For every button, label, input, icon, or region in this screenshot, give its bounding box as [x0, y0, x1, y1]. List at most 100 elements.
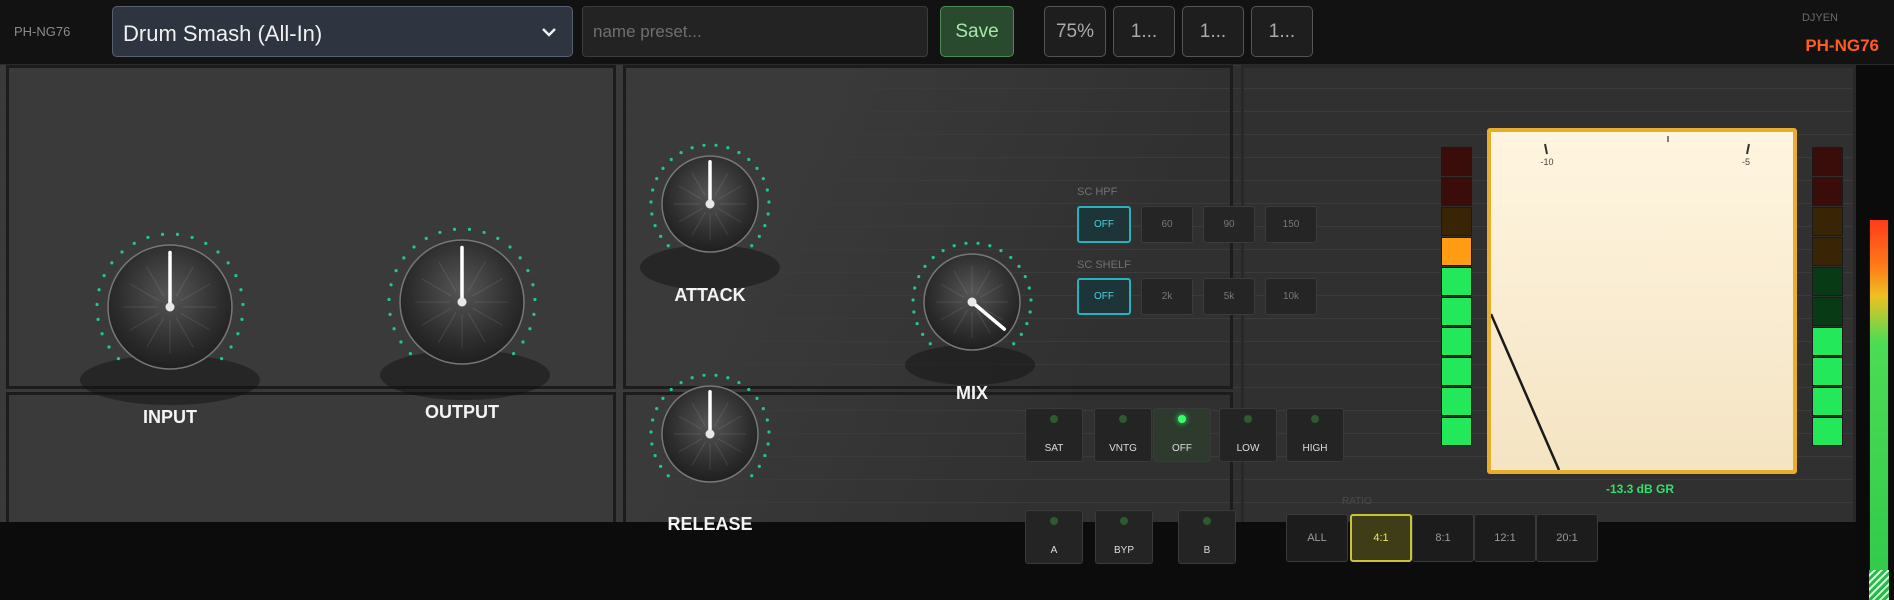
knob-tick-dot	[766, 212, 770, 216]
ratio-8-1-button[interactable]: 8:1	[1412, 514, 1474, 562]
ratio-4-1-button[interactable]: 4:1	[1350, 514, 1412, 562]
sc-shelf-off-button[interactable]: OFF	[1077, 278, 1131, 315]
ab-label: BYP	[1113, 545, 1134, 556]
knob-tick-dot	[240, 317, 244, 322]
knob-tick-dot	[911, 298, 915, 302]
mode-low-button[interactable]: LOW	[1219, 408, 1277, 462]
knob-tick-dot	[236, 332, 240, 336]
meter-face: -10 -5	[1491, 136, 1750, 470]
knob-tick-dot	[761, 407, 765, 411]
sc-hpf-150-button[interactable]: 150	[1265, 206, 1317, 243]
knob-tick-dot	[496, 236, 500, 240]
sc-hpf-off-button[interactable]: OFF	[1077, 206, 1131, 243]
led-segment	[1441, 147, 1472, 176]
ratio-all-button[interactable]: ALL	[1286, 514, 1348, 562]
knob-tick-dot	[679, 380, 683, 385]
bypass-button[interactable]: BYP	[1095, 510, 1153, 564]
led-segment	[1441, 387, 1472, 416]
output-knob[interactable]	[387, 227, 537, 365]
b-button[interactable]: B	[1178, 510, 1236, 564]
led-segment	[1441, 297, 1472, 326]
led-segment	[1812, 207, 1843, 236]
knob-tick-dot	[100, 332, 104, 336]
knob-tick-dot	[160, 232, 165, 236]
led-segment	[1441, 237, 1472, 266]
meter-scale-label: -10	[1540, 157, 1553, 167]
led-segment	[1441, 327, 1472, 356]
mix-label: MIX	[955, 383, 988, 403]
mode-high-button[interactable]: HIGH	[1286, 408, 1344, 462]
knob-tick-dot	[988, 244, 992, 248]
led-segment	[1812, 147, 1843, 176]
knob-tick-dot	[666, 244, 670, 248]
knob-tick-dot	[651, 418, 655, 422]
knob-tick-dot	[226, 261, 230, 265]
knob-hub	[967, 297, 977, 307]
knob-tick-dot	[766, 442, 770, 446]
meter-scale-label: -5	[1742, 157, 1750, 167]
led-segment	[1812, 327, 1843, 356]
mode-off-button[interactable]: OFF	[1153, 408, 1211, 462]
knob-tick-dot	[976, 241, 980, 245]
led-segment	[1812, 387, 1843, 416]
attack-knob[interactable]	[649, 143, 771, 253]
knob-tick-dot	[650, 442, 654, 446]
led-segment	[1441, 267, 1472, 296]
mode-label: LOW	[1236, 443, 1260, 454]
knob-tick-dot	[1025, 322, 1029, 326]
knob-tick-dot	[915, 322, 919, 326]
knob-tick-dot	[928, 342, 932, 346]
input-knob[interactable]	[95, 232, 245, 370]
knob-tick-dot	[132, 241, 136, 245]
knob-tick-dot	[747, 157, 751, 162]
led-segment	[1441, 177, 1472, 206]
a-button[interactable]: A	[1025, 510, 1083, 564]
ratio-12-1-button[interactable]: 12:1	[1474, 514, 1536, 562]
knob-tick-dot	[757, 464, 761, 468]
resize-handle[interactable]	[1869, 570, 1889, 600]
knob-tick-dot	[412, 245, 416, 249]
knob-tick-dot	[765, 188, 769, 192]
knob-tick-dot	[755, 396, 759, 400]
knob-tick-dot	[921, 332, 925, 336]
sc-hpf-60-button[interactable]: 60	[1141, 206, 1193, 243]
knob-tick-dot	[659, 464, 663, 468]
mix-knob[interactable]	[911, 241, 1033, 351]
knob-hub	[705, 199, 715, 209]
knob-tick-dot	[394, 269, 398, 273]
knob-tick-dot	[714, 143, 718, 147]
gr-readout: -13.3 dB GR	[1605, 482, 1674, 496]
led-segment	[1812, 237, 1843, 266]
ab-label: B	[1203, 545, 1211, 556]
mode-label: SAT	[1044, 443, 1064, 454]
sc-shelf-5k-button[interactable]: 5k	[1203, 278, 1255, 315]
meter-fill	[1870, 220, 1888, 600]
knob-tick-dot	[679, 150, 683, 155]
mode-vntg-button[interactable]: VNTG	[1094, 408, 1152, 462]
knob-tick-dot	[702, 373, 706, 377]
led-indicator	[1311, 415, 1319, 423]
knob-tick-dot	[653, 454, 657, 458]
led-segment	[1812, 267, 1843, 296]
led-segment	[1441, 207, 1472, 236]
knob-tick-dot	[912, 310, 916, 314]
knob-tick-dot	[220, 357, 224, 361]
sc-shelf-10k-button[interactable]: 10k	[1265, 278, 1317, 315]
knob-tick-dot	[690, 376, 694, 380]
knob-tick-dot	[661, 166, 665, 170]
sc-hpf-90-button[interactable]: 90	[1203, 206, 1255, 243]
output-label: OUTPUT	[425, 402, 499, 422]
ratio-20-1-button[interactable]: 20:1	[1536, 514, 1598, 562]
sc-shelf-2k-button[interactable]: 2k	[1141, 278, 1193, 315]
led-segment	[1812, 177, 1843, 206]
knob-tick-dot	[649, 430, 653, 434]
release-knob[interactable]	[649, 373, 771, 483]
sc-shelf-label: SC SHELF	[1077, 259, 1131, 271]
output-level-meter	[1869, 220, 1889, 600]
knob-tick-dot	[1009, 255, 1013, 260]
mode-sat-button[interactable]: SAT	[1025, 408, 1083, 462]
gain-reduction-meter: -10 -5	[1487, 128, 1797, 474]
knob-tick-dot	[1012, 342, 1016, 346]
knob-tick-dot	[452, 227, 457, 231]
knob-tick-dot	[1023, 275, 1027, 279]
